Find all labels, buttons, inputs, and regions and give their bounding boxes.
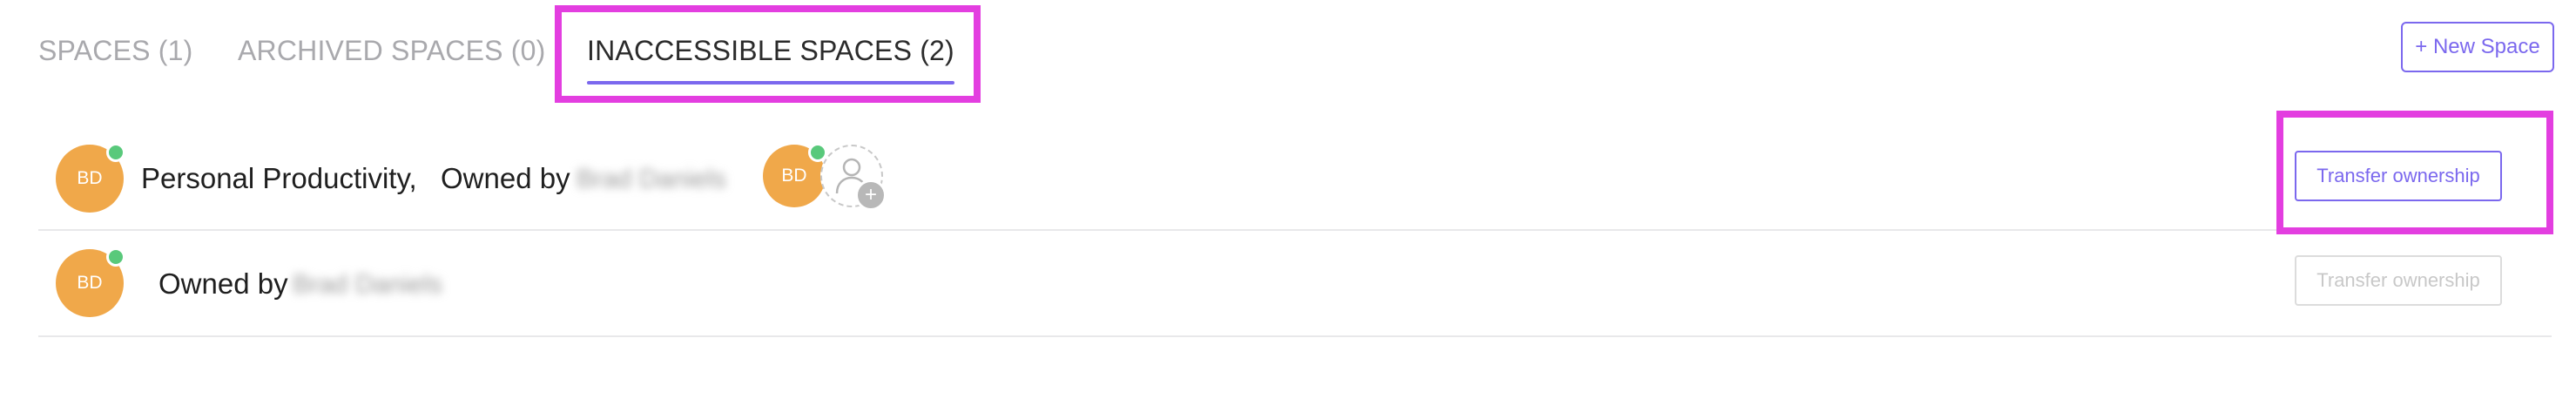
avatar-initials: BD	[77, 168, 103, 188]
space-row: BD Owned by Brad Daniels Transfer owners…	[38, 231, 2552, 337]
owner-name: Brad Daniels	[293, 270, 442, 299]
tab-archived-spaces[interactable]: ARCHIVED SPACES (0)	[238, 35, 546, 67]
member-avatar-initials: BD	[781, 166, 807, 186]
avatar-initials: BD	[77, 273, 103, 293]
active-tab-underline	[587, 81, 954, 85]
owner-name: Brad Daniels	[577, 165, 726, 193]
owner-avatar: BD	[56, 143, 125, 213]
space-row: BD Personal Productivity, Owned by Brad …	[38, 125, 2552, 231]
online-status-dot	[106, 143, 125, 162]
transfer-ownership-button[interactable]: Transfer ownership	[2295, 151, 2502, 201]
owner-avatar: BD	[56, 247, 125, 317]
member-avatar[interactable]: BD	[763, 143, 827, 207]
tab-spaces[interactable]: SPACES (1)	[38, 35, 192, 67]
transfer-ownership-button[interactable]: Transfer ownership	[2295, 255, 2502, 306]
space-name: Personal Productivity,	[141, 162, 417, 194]
owned-by-label: Owned by	[158, 267, 288, 300]
owned-by-label: Owned by	[441, 162, 570, 194]
online-status-dot	[106, 247, 125, 267]
plus-icon: +	[855, 179, 887, 211]
add-member-button[interactable]: +	[820, 145, 887, 211]
space-tabs: SPACES (1) ARCHIVED SPACES (0) INACCESSI…	[38, 0, 1083, 105]
new-space-button[interactable]: + New Space	[2401, 22, 2554, 72]
tab-inaccessible-spaces-label: INACCESSIBLE SPACES (2)	[587, 35, 954, 66]
tab-inaccessible-spaces[interactable]: INACCESSIBLE SPACES (2)	[587, 35, 954, 85]
